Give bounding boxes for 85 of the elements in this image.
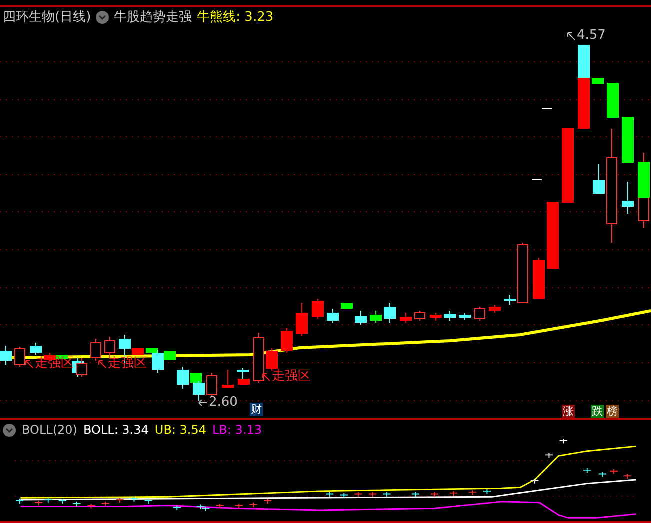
candlestick xyxy=(414,310,426,322)
stock-title: 四环生物(日线) xyxy=(3,9,92,26)
candlestick xyxy=(341,302,353,310)
indicator-value: BOLL: 3.34 xyxy=(83,423,149,437)
candlestick xyxy=(518,242,528,304)
tick-mark xyxy=(544,452,554,459)
tick-mark xyxy=(116,498,124,504)
tick-mark xyxy=(144,498,153,504)
arrow-icon xyxy=(261,372,271,382)
candlestick xyxy=(384,302,396,324)
tick-mark xyxy=(382,492,392,498)
candlestick xyxy=(0,346,12,366)
candlestick xyxy=(206,372,218,398)
zone-label: 走强区 xyxy=(108,357,147,371)
tick-mark xyxy=(530,478,540,484)
event-badge[interactable]: 榜 xyxy=(606,405,619,418)
candlestick xyxy=(592,78,604,84)
candlestick xyxy=(622,182,634,214)
tick-mark xyxy=(130,496,139,502)
tick-mark xyxy=(430,492,440,498)
tick-mark xyxy=(101,501,110,508)
tick-mark xyxy=(15,498,24,504)
candlestick xyxy=(14,346,26,368)
tick-mark xyxy=(411,492,420,498)
candlestick xyxy=(254,332,264,384)
tick-mark xyxy=(340,492,348,499)
candlestick xyxy=(504,294,516,306)
dropdown-icon[interactable] xyxy=(3,424,16,436)
tick-mark xyxy=(468,490,478,496)
tick-mark xyxy=(87,503,96,510)
tick-mark xyxy=(58,498,67,504)
tick-mark xyxy=(234,503,244,510)
tick-mark xyxy=(249,502,258,508)
candlestick xyxy=(281,328,293,354)
price-label: 4.57 xyxy=(577,29,606,43)
candlestick xyxy=(30,342,42,356)
arrow-icon xyxy=(97,359,107,369)
dash-mark xyxy=(542,108,552,110)
dropdown-icon[interactable] xyxy=(96,10,110,24)
indicator-value: UB: 3.54 xyxy=(154,423,206,437)
tick-mark xyxy=(559,438,568,444)
price-label: 2.60 xyxy=(209,396,238,410)
tick-mark xyxy=(263,498,272,504)
candlestick xyxy=(593,164,605,194)
tick-mark xyxy=(216,503,224,510)
candlestick xyxy=(622,116,634,164)
arrow-icon xyxy=(24,359,34,369)
candlestick xyxy=(400,312,412,324)
tick-mark xyxy=(482,489,492,495)
candlestick xyxy=(312,298,324,320)
indicator-name: BOLL(20) xyxy=(22,423,78,437)
arrow-icon xyxy=(566,31,576,41)
tick-mark xyxy=(583,468,592,474)
candlestick xyxy=(327,308,339,324)
candlestick xyxy=(474,306,486,322)
candlestick xyxy=(76,358,88,378)
candlestick xyxy=(430,312,442,322)
tick-mark xyxy=(326,492,334,498)
tick-mark xyxy=(354,492,363,498)
arrow-icon xyxy=(198,398,208,408)
candlestick xyxy=(489,304,501,314)
candlestick xyxy=(355,310,367,326)
tick-mark xyxy=(172,505,182,511)
candlestick xyxy=(444,310,456,322)
tick-mark xyxy=(368,492,378,498)
event-badge[interactable]: 财 xyxy=(250,403,263,416)
candlestick xyxy=(459,312,471,320)
candlestick xyxy=(547,202,559,270)
tick-mark xyxy=(450,490,458,497)
event-badge[interactable]: 跌 xyxy=(591,405,604,418)
candlestick xyxy=(370,310,382,324)
candlestick xyxy=(533,258,545,300)
candlestick xyxy=(607,82,619,118)
tick-mark xyxy=(598,472,607,478)
candlestick xyxy=(90,338,102,362)
indicator-title: 牛股趋势走强 xyxy=(114,9,192,26)
candlestick xyxy=(222,370,234,388)
candlestick xyxy=(296,302,308,336)
zone-label: 走强区 xyxy=(272,370,311,384)
indicator-value: 牛熊线: 3.23 xyxy=(197,9,274,26)
tick-mark xyxy=(623,474,632,480)
event-badge[interactable]: 涨 xyxy=(562,405,575,418)
tick-mark xyxy=(610,469,618,475)
indicator-value: LB: 3.13 xyxy=(212,423,262,437)
tick-mark xyxy=(72,501,82,508)
